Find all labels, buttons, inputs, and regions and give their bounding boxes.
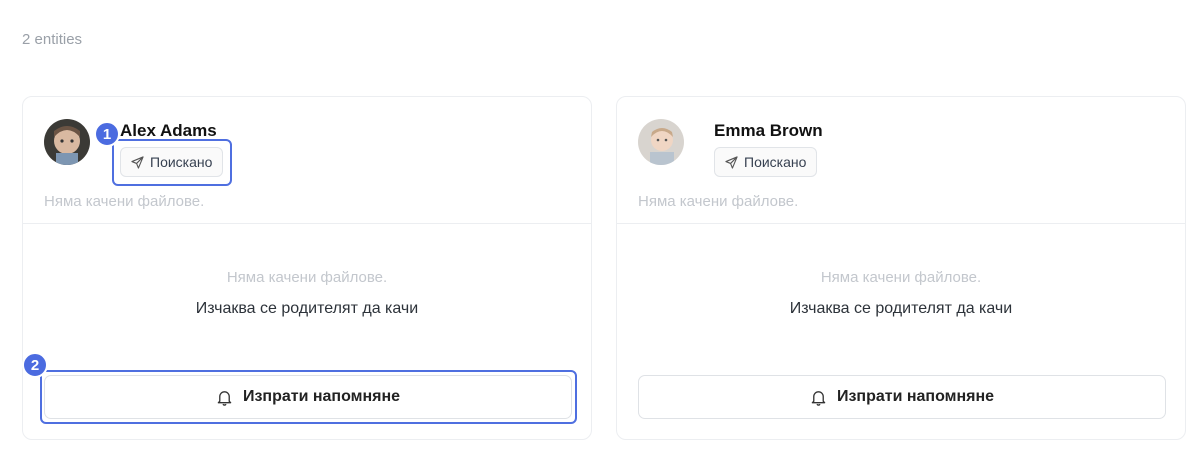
empty-state-text: Няма качени файлове. xyxy=(226,269,388,286)
card-header: Emma Brown Поискано Няма качени файлове. xyxy=(617,97,1185,224)
no-files-note: Няма качени файлове. xyxy=(638,193,799,210)
entity-count: 2 entities xyxy=(22,31,83,48)
send-icon xyxy=(725,155,738,169)
waiting-text: Изчаква се родителят да качи xyxy=(195,300,419,317)
annotation-highlight xyxy=(112,139,232,186)
status-badge: Поискано xyxy=(714,147,818,177)
card-header: Alex Adams Поискано Няма качени файлове. xyxy=(23,97,591,224)
entity-card: Emma Brown Поискано Няма качени файлове.… xyxy=(616,96,1186,440)
entity-name: Emma Brown xyxy=(714,121,823,140)
bell-icon xyxy=(811,390,826,406)
waiting-text: Изчаква се родителят да качи xyxy=(789,300,1013,317)
status-badge-label: Поискано xyxy=(744,154,807,170)
send-reminder-label: Изпрати напомняне xyxy=(836,388,995,405)
avatar xyxy=(638,119,684,165)
annotation-marker: 2 xyxy=(22,352,48,378)
no-files-note: Няма качени файлове. xyxy=(44,193,205,210)
annotation-marker: 1 xyxy=(94,121,120,147)
empty-state-text: Няма качени файлове. xyxy=(820,269,982,286)
send-reminder-button[interactable]: Изпрати напомняне xyxy=(638,375,1166,419)
entity-name: Alex Adams xyxy=(120,121,217,140)
annotation-highlight xyxy=(40,370,577,424)
avatar xyxy=(44,119,90,165)
